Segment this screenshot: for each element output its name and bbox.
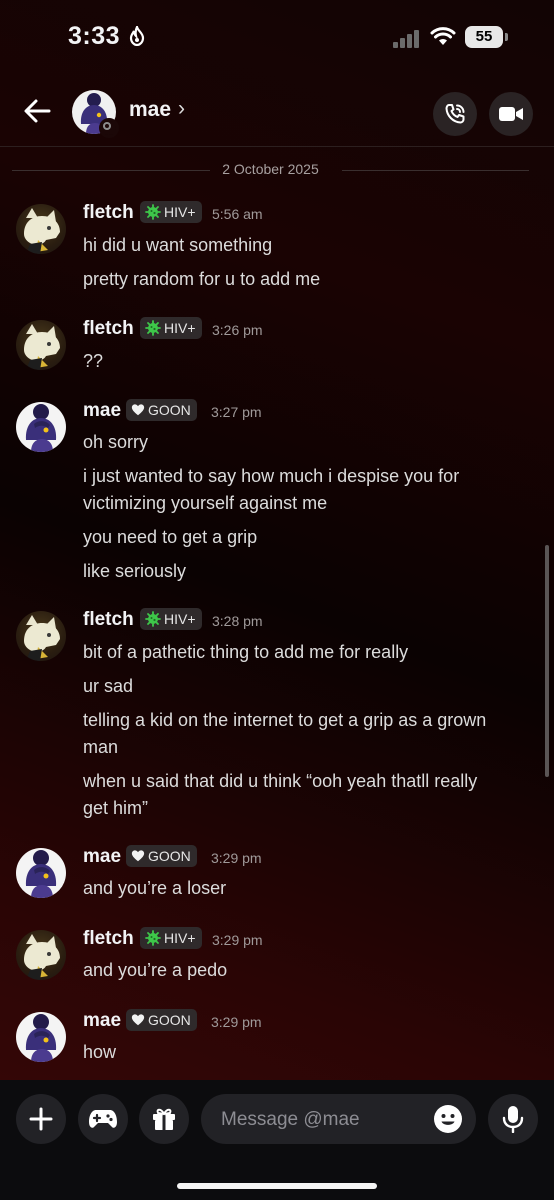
virus-icon bbox=[145, 320, 161, 336]
message-text: victimizing yourself against me bbox=[83, 493, 328, 513]
username[interactable]: fletch bbox=[83, 928, 134, 950]
username[interactable]: fletch bbox=[83, 609, 134, 631]
activities-button[interactable] bbox=[78, 1094, 128, 1144]
home-indicator[interactable] bbox=[177, 1183, 377, 1189]
timestamp: 3:28 pm bbox=[212, 613, 263, 629]
message-text: how bbox=[83, 1042, 117, 1062]
date-label: 2 October 2025 bbox=[222, 161, 319, 177]
username[interactable]: mae bbox=[83, 846, 121, 868]
signal-icon bbox=[393, 28, 423, 48]
user-tag[interactable]: GOON bbox=[126, 1009, 197, 1031]
timestamp: 5:56 am bbox=[212, 206, 263, 222]
clock: 3:33 bbox=[68, 22, 145, 51]
username[interactable]: fletch bbox=[83, 318, 134, 340]
wifi-icon bbox=[430, 27, 456, 45]
avatar[interactable] bbox=[16, 204, 66, 254]
message-text: hi did u want something bbox=[83, 235, 273, 255]
virus-icon bbox=[145, 204, 161, 220]
timestamp: 3:27 pm bbox=[211, 404, 262, 420]
voice-message-button[interactable] bbox=[488, 1094, 538, 1144]
timestamp: 3:29 pm bbox=[212, 932, 263, 948]
gamepad-icon bbox=[89, 1110, 117, 1128]
virus-icon bbox=[145, 611, 161, 627]
chat-header: mae › bbox=[0, 80, 554, 146]
message-text: get him” bbox=[83, 798, 149, 818]
user-tag[interactable]: GOON bbox=[126, 399, 197, 421]
avatar[interactable] bbox=[16, 611, 66, 661]
message-input-box[interactable] bbox=[201, 1094, 476, 1146]
battery-icon: 55 bbox=[465, 26, 503, 48]
chevron-right-icon[interactable]: › bbox=[178, 97, 185, 121]
voice-call-button[interactable] bbox=[433, 92, 477, 136]
emoji-icon[interactable] bbox=[433, 1104, 463, 1134]
avatar[interactable] bbox=[16, 848, 66, 898]
message-text: i just wanted to say how much i despise … bbox=[83, 466, 460, 486]
gift-icon bbox=[153, 1108, 175, 1130]
gift-button[interactable] bbox=[139, 1094, 189, 1144]
user-tag[interactable]: HIV+ bbox=[140, 608, 202, 630]
user-tag[interactable]: GOON bbox=[126, 845, 197, 867]
heart-icon bbox=[131, 403, 145, 417]
username[interactable]: mae bbox=[83, 400, 121, 422]
date-separator: 2 October 2025 bbox=[12, 160, 529, 180]
phone-call-icon bbox=[445, 104, 465, 124]
username[interactable]: fletch bbox=[83, 202, 134, 224]
back-arrow-icon[interactable] bbox=[22, 96, 52, 126]
header-divider bbox=[0, 146, 554, 147]
timestamp: 3:29 pm bbox=[211, 1014, 262, 1030]
plus-icon bbox=[29, 1107, 53, 1131]
message-text: telling a kid on the internet to get a g… bbox=[83, 710, 487, 730]
contact-name[interactable]: mae bbox=[129, 98, 171, 122]
message-text: pretty random for u to add me bbox=[83, 269, 321, 289]
message-text: ?? bbox=[83, 351, 104, 371]
message-text: man bbox=[83, 737, 119, 757]
microphone-icon bbox=[502, 1106, 524, 1133]
user-tag[interactable]: HIV+ bbox=[140, 201, 202, 223]
message-input[interactable] bbox=[219, 1094, 423, 1146]
virus-icon bbox=[145, 930, 161, 946]
avatar[interactable] bbox=[16, 402, 66, 452]
add-attachment-button[interactable] bbox=[16, 1094, 66, 1144]
message-text: bit of a pathetic thing to add me for re… bbox=[83, 642, 409, 662]
scrollbar[interactable] bbox=[545, 545, 549, 777]
status-bar: 3:33 55 bbox=[0, 0, 554, 72]
message-text: you need to get a grip bbox=[83, 527, 258, 547]
username[interactable]: mae bbox=[83, 1010, 121, 1032]
message-text: oh sorry bbox=[83, 432, 149, 452]
video-call-icon bbox=[499, 107, 523, 121]
message-text: and you’re a loser bbox=[83, 878, 227, 898]
heart-icon bbox=[131, 1013, 145, 1027]
user-tag[interactable]: HIV+ bbox=[140, 927, 202, 949]
avatar[interactable] bbox=[16, 930, 66, 980]
message-text: ur sad bbox=[83, 676, 134, 696]
offline-status-icon bbox=[99, 118, 119, 138]
focus-flame-icon bbox=[129, 23, 144, 47]
user-tag[interactable]: HIV+ bbox=[140, 317, 202, 339]
avatar[interactable] bbox=[16, 320, 66, 370]
heart-icon bbox=[131, 849, 145, 863]
composer-bar bbox=[0, 1080, 554, 1200]
avatar[interactable] bbox=[16, 1012, 66, 1062]
video-call-button[interactable] bbox=[489, 92, 533, 136]
message-text: like seriously bbox=[83, 561, 187, 581]
timestamp: 3:26 pm bbox=[212, 322, 263, 338]
timestamp: 3:29 pm bbox=[211, 850, 262, 866]
message-text: when u said that did u think “ooh yeah t… bbox=[83, 771, 478, 791]
battery-tip bbox=[505, 33, 508, 41]
message-text: and you’re a pedo bbox=[83, 960, 228, 980]
